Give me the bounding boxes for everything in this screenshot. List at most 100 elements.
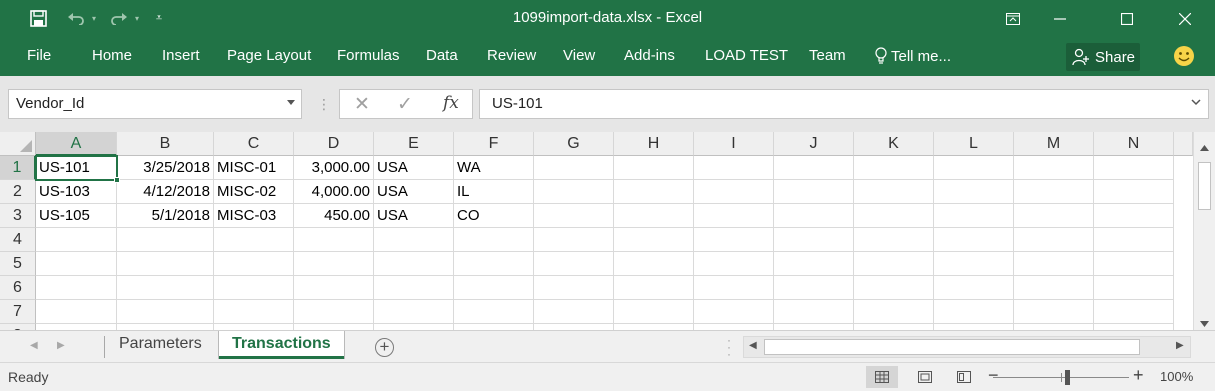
zoom-slider-thumb[interactable] xyxy=(1065,370,1070,385)
cell-d4[interactable] xyxy=(294,228,374,252)
cell-c2[interactable]: MISC-02 xyxy=(214,180,294,204)
cell-m7[interactable] xyxy=(1014,300,1094,324)
cell-e2[interactable]: USA xyxy=(374,180,454,204)
cell-i4[interactable] xyxy=(694,228,774,252)
cell-f2[interactable]: IL xyxy=(454,180,534,204)
tab-page-layout[interactable]: Page Layout xyxy=(227,47,311,64)
row-header-6[interactable]: 6 xyxy=(0,276,36,300)
scroll-up-icon[interactable] xyxy=(1197,139,1212,156)
name-box[interactable]: Vendor_Id xyxy=(8,89,302,119)
cell-j5[interactable] xyxy=(774,252,854,276)
cell-d6[interactable] xyxy=(294,276,374,300)
cell-n6[interactable] xyxy=(1094,276,1174,300)
column-header-n[interactable]: N xyxy=(1094,132,1174,156)
scroll-left-icon[interactable]: ◀ xyxy=(749,340,757,351)
tell-me-search[interactable]: Tell me... xyxy=(875,47,951,65)
cell-d3[interactable]: 450.00 xyxy=(294,204,374,228)
cell-m3[interactable] xyxy=(1014,204,1094,228)
cell-k7[interactable] xyxy=(854,300,934,324)
cell-n5[interactable] xyxy=(1094,252,1174,276)
row-header-7[interactable]: 7 xyxy=(0,300,36,324)
select-all-corner[interactable] xyxy=(0,132,36,156)
tab-add-ins[interactable]: Add-ins xyxy=(624,47,675,64)
next-sheet-icon[interactable]: ▶ xyxy=(57,340,65,351)
cell-e6[interactable] xyxy=(374,276,454,300)
normal-view-icon[interactable] xyxy=(866,366,898,388)
cell-m6[interactable] xyxy=(1014,276,1094,300)
tab-review[interactable]: Review xyxy=(487,47,536,64)
cell-f7[interactable] xyxy=(454,300,534,324)
cell-a2[interactable]: US-103 xyxy=(36,180,117,204)
row-header-3[interactable]: 3 xyxy=(0,204,36,228)
enter-icon[interactable]: ✓ xyxy=(397,93,413,116)
cell-c1[interactable]: MISC-01 xyxy=(214,156,294,180)
cell-j3[interactable] xyxy=(774,204,854,228)
cell-h3[interactable] xyxy=(614,204,694,228)
cell-h7[interactable] xyxy=(614,300,694,324)
cell-l3[interactable] xyxy=(934,204,1014,228)
column-header-f[interactable]: F xyxy=(454,132,534,156)
cell-i5[interactable] xyxy=(694,252,774,276)
cell-b5[interactable] xyxy=(117,252,214,276)
tab-insert[interactable]: Insert xyxy=(162,47,200,64)
cell-l4[interactable] xyxy=(934,228,1014,252)
scroll-right-icon[interactable]: ▶ xyxy=(1176,340,1184,351)
cell-c5[interactable] xyxy=(214,252,294,276)
worksheet-grid[interactable]: A B C D E F G H I J K L M N 1 2 3 4 5 6 … xyxy=(0,132,1193,330)
cancel-icon[interactable]: ✕ xyxy=(354,93,370,116)
expand-formula-bar-icon[interactable] xyxy=(1191,99,1201,106)
column-header-a[interactable]: A xyxy=(36,132,117,156)
cell-l2[interactable] xyxy=(934,180,1014,204)
cell-b6[interactable] xyxy=(117,276,214,300)
cell-n3[interactable] xyxy=(1094,204,1174,228)
cell-j1[interactable] xyxy=(774,156,854,180)
cell-k5[interactable] xyxy=(854,252,934,276)
name-box-dropdown-icon[interactable] xyxy=(287,100,295,105)
cell-j2[interactable] xyxy=(774,180,854,204)
cell-g3[interactable] xyxy=(534,204,614,228)
cell-k4[interactable] xyxy=(854,228,934,252)
column-header-i[interactable]: I xyxy=(694,132,774,156)
cell-l1[interactable] xyxy=(934,156,1014,180)
page-layout-view-icon[interactable] xyxy=(909,366,941,388)
row-header-2[interactable]: 2 xyxy=(0,180,36,204)
cell-b2[interactable]: 4/12/2018 xyxy=(117,180,214,204)
cell-a5[interactable] xyxy=(36,252,117,276)
cell-g1[interactable] xyxy=(534,156,614,180)
column-header-h[interactable]: H xyxy=(614,132,694,156)
sheet-tab-transactions[interactable]: Transactions xyxy=(219,331,344,359)
cell-e7[interactable] xyxy=(374,300,454,324)
cell-h4[interactable] xyxy=(614,228,694,252)
cell-k2[interactable] xyxy=(854,180,934,204)
cell-f1[interactable]: WA xyxy=(454,156,534,180)
cell-i7[interactable] xyxy=(694,300,774,324)
cell-e1[interactable]: USA xyxy=(374,156,454,180)
fill-handle[interactable] xyxy=(114,177,120,183)
cell-m1[interactable] xyxy=(1014,156,1094,180)
cell-d2[interactable]: 4,000.00 xyxy=(294,180,374,204)
cell-f5[interactable] xyxy=(454,252,534,276)
page-break-view-icon[interactable] xyxy=(948,366,980,388)
formula-input[interactable]: US-101 xyxy=(479,89,1209,119)
cell-k3[interactable] xyxy=(854,204,934,228)
cell-c6[interactable] xyxy=(214,276,294,300)
cell-m5[interactable] xyxy=(1014,252,1094,276)
cell-g4[interactable] xyxy=(534,228,614,252)
cell-j6[interactable] xyxy=(774,276,854,300)
cell-n7[interactable] xyxy=(1094,300,1174,324)
cell-c7[interactable] xyxy=(214,300,294,324)
cell-n2[interactable] xyxy=(1094,180,1174,204)
cell-g7[interactable] xyxy=(534,300,614,324)
zoom-in-icon[interactable]: + xyxy=(1133,365,1144,386)
tab-formulas[interactable]: Formulas xyxy=(337,47,400,64)
feedback-smiley-icon[interactable] xyxy=(1173,45,1195,67)
cell-l5[interactable] xyxy=(934,252,1014,276)
column-header-m[interactable]: M xyxy=(1014,132,1094,156)
cell-g2[interactable] xyxy=(534,180,614,204)
vertical-scroll-thumb[interactable] xyxy=(1198,162,1211,210)
formula-bar-grip-icon[interactable]: ⋮ xyxy=(317,96,331,113)
cell-b4[interactable] xyxy=(117,228,214,252)
tab-load-test[interactable]: LOAD TEST xyxy=(705,47,788,64)
row-header-5[interactable]: 5 xyxy=(0,252,36,276)
cell-n1[interactable] xyxy=(1094,156,1174,180)
